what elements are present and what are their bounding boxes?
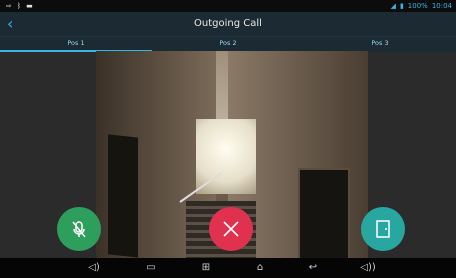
volume-up-icon[interactable]: ◁)) [360,261,376,275]
tab-pos-1[interactable]: Pos 1 [0,37,152,52]
battery-icon: ▮ [399,2,404,10]
mute-button[interactable] [57,207,101,251]
battery-percent: 100% [407,2,428,10]
video-door-right [298,168,350,258]
status-right-icons: ◢ ▮ 100% 10:04 [391,2,452,10]
notification-icon: ⇨ [6,2,12,10]
bluetooth-icon: ᛒ [16,2,22,10]
recent-apps-icon[interactable]: ▭ [143,261,159,275]
message-icon: ▬ [26,2,33,10]
tab-pos-2[interactable]: Pos 2 [152,37,304,52]
video-door-left [108,134,138,258]
app-bar: ‹ Outgoing Call [0,12,456,36]
open-door-button[interactable] [361,207,405,251]
home-icon[interactable]: ⌂ [252,261,268,275]
android-nav-bar: ◁) ▭ ⊞ ⌂ ↩ ◁)) [0,258,456,278]
position-tabs: Pos 1 Pos 2 Pos 3 [0,36,456,52]
network-icon: ◢ [390,2,396,10]
mic-mute-icon [72,221,86,238]
tab-pos-3[interactable]: Pos 3 [304,37,456,52]
back-icon[interactable]: ↩ [305,261,321,275]
status-left-icons: ⇨ ᛒ ▬ [6,2,33,10]
clock: 10:04 [431,2,452,10]
volume-down-icon[interactable]: ◁) [86,261,102,275]
status-bar: ⇨ ᛒ ▬ ◢ ▮ 100% 10:04 [0,0,456,12]
hangup-icon [223,221,239,237]
hangup-button[interactable] [209,207,253,251]
door-icon [376,220,390,238]
screenshot-icon[interactable]: ⊞ [198,261,214,275]
page-title: Outgoing Call [194,18,262,29]
